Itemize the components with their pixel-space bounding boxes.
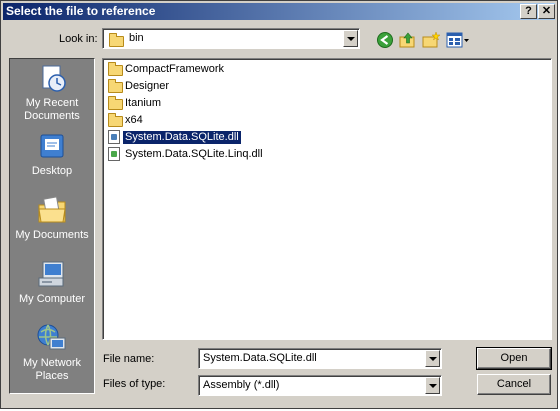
new-folder-icon[interactable] [422, 31, 440, 49]
folder-icon [108, 62, 123, 76]
cancel-button[interactable]: Cancel [477, 374, 551, 395]
folder-icon [108, 96, 123, 110]
place-label: My Computer [18, 293, 86, 305]
look-in-value: bin [129, 32, 144, 44]
place-label: Desktop [31, 165, 73, 177]
place-label: My Documents [15, 229, 89, 241]
place-my-network-places[interactable]: My Network Places [10, 323, 94, 383]
look-in-combo[interactable]: bin [102, 28, 360, 49]
dll-file-icon [108, 130, 120, 144]
view-menu-icon[interactable] [446, 31, 470, 49]
chevron-down-icon[interactable] [343, 30, 358, 47]
file-name: Designer [125, 80, 170, 92]
file-type-value: Assembly (*.dll) [203, 379, 280, 391]
file-dialog: Select the file to reference ? ✕ Look in… [0, 0, 558, 409]
chevron-down-icon[interactable] [425, 377, 440, 394]
place-label: My Recent Documents [24, 97, 80, 122]
folder-icon [109, 33, 124, 47]
help-button[interactable]: ? [520, 4, 537, 19]
place-my-documents[interactable]: My Documents [10, 195, 94, 242]
folder-icon [108, 113, 123, 127]
window-title: Select the file to reference [6, 4, 156, 18]
file-name-combo[interactable]: System.Data.SQLite.dll [198, 348, 442, 369]
file-name: x64 [125, 114, 143, 126]
file-type-label: Files of type: [103, 378, 166, 390]
file-name: System.Data.SQLite.dll [122, 130, 242, 145]
place-desktop[interactable]: Desktop [10, 131, 94, 178]
up-folder-icon[interactable] [399, 31, 417, 49]
place-my-computer[interactable]: My Computer [10, 259, 94, 306]
folder-icon [108, 79, 123, 93]
file-name-value[interactable]: System.Data.SQLite.dll [203, 352, 317, 364]
place-label: My Network Places [22, 357, 82, 382]
open-button[interactable]: Open [476, 347, 552, 370]
my-computer-icon [38, 261, 64, 287]
desktop-icon [40, 134, 64, 158]
place-recent-documents[interactable]: My Recent Documents [10, 63, 94, 123]
back-icon[interactable] [376, 31, 394, 49]
file-name-label: File name: [103, 353, 155, 365]
dll-file-icon [108, 147, 120, 161]
title-bar[interactable]: Select the file to reference ? ✕ [3, 3, 555, 20]
file-name: CompactFramework [125, 63, 225, 75]
places-bar: My Recent Documents Desktop My Documents [9, 58, 95, 394]
file-name: Itanium [125, 97, 162, 109]
chevron-down-icon[interactable] [425, 350, 440, 367]
network-places-icon [37, 324, 66, 350]
recent-documents-icon [42, 65, 66, 92]
file-name: System.Data.SQLite.Linq.dll [125, 148, 263, 160]
look-in-label: Look in: [59, 33, 98, 45]
my-documents-icon [38, 196, 66, 223]
close-button[interactable]: ✕ [538, 4, 555, 19]
file-list[interactable]: CompactFramework Designer Itanium x64 Sy… [102, 58, 552, 340]
file-type-combo[interactable]: Assembly (*.dll) [198, 375, 442, 396]
